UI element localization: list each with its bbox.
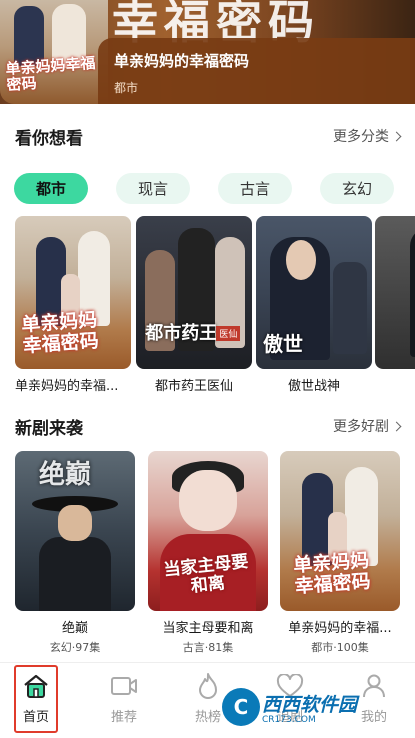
section-header-new: 新剧来袭 更多好剧 [15,414,402,439]
nav-label: 热榜 [194,710,221,725]
chip-guyan[interactable]: 古言 [218,173,292,204]
drama-row-new: 绝巅 绝巅 玄幻·97集 当家主母要和离 当家主母要和离 古言·81集 单亲妈妈… [15,451,415,661]
drama-card[interactable]: 绝巅 绝巅 玄幻·97集 [15,451,135,655]
hero-poster[interactable]: 单亲妈妈幸福密码 [0,0,108,104]
nav-label: 首页 [22,710,49,725]
hero-title: 单亲妈妈的幸福密码 [114,52,250,70]
drama-card[interactable]: 傲世 傲世战神 [256,216,372,394]
drama-poster[interactable]: 当家主母要和离 [148,451,268,611]
nav-label: 我的 [360,710,387,725]
drama-title: 当家主母要和离 [162,621,254,636]
section-title: 新剧来袭 [15,418,83,439]
nav-recommend[interactable]: 推荐 [94,671,154,735]
drama-poster[interactable]: 单亲妈妈幸福密码 [15,216,131,369]
flame-icon [193,671,223,701]
hero-banner[interactable]: 幸福密码 单亲妈妈幸福密码 单亲妈妈的幸福密码 都市 [0,0,415,104]
nav-home[interactable]: 首页 [6,671,66,735]
more-categories-link[interactable]: 更多分类 [333,126,402,146]
drama-title: 单亲妈妈的幸福... [15,379,119,394]
poster-title-art: 单亲妈妈幸福密码 [20,308,100,357]
poster-title-art: 绝巅 [39,460,92,491]
drama-meta: 玄幻·97集 [49,641,101,654]
drama-poster[interactable]: 绝巅 [15,451,135,611]
hero-info[interactable]: 单亲妈妈的幸福密码 都市 [98,38,415,104]
hero-poster-logo: 单亲妈妈幸福密码 [4,53,96,95]
hero-genre: 都市 [114,81,139,95]
genre-chips: 都市 现言 古言 玄幻 [14,173,394,205]
poster-title-art: 单亲妈妈幸福密码 [292,549,372,598]
drama-title: 单亲妈妈的幸福... [288,621,392,636]
chevron-right-icon [391,421,402,431]
more-dramas-link[interactable]: 更多好剧 [333,416,402,436]
drama-meta: 都市·100集 [311,641,369,654]
app-page: 幸福密码 单亲妈妈幸福密码 单亲妈妈的幸福密码 都市 看你想看 更多分类 都市 … [0,0,415,738]
drama-card[interactable]: 都市药王 医仙 都市药王医仙 [136,216,252,394]
drama-meta: 古言·81集 [182,641,234,654]
nav-label: 推荐 [110,710,137,725]
person-icon [359,671,389,701]
drama-card[interactable]: 单亲妈妈幸福密码 单亲妈妈的幸福... [15,216,131,394]
drama-title: 绝巅 [61,621,88,636]
chevron-right-icon [391,131,402,141]
drama-title: 傲世战神 [287,379,340,394]
drama-poster[interactable] [375,216,415,369]
chip-dushi[interactable]: 都市 [14,173,88,204]
drama-row-recommend: 单亲妈妈幸福密码 单亲妈妈的幸福... 都市药王 医仙 都市药王医仙 傲世 傲世… [15,216,415,396]
chip-xianyan[interactable]: 现言 [116,173,190,204]
poster-title-art: 都市药王 [145,322,218,344]
drama-card[interactable] [375,216,415,375]
section-header-recommend: 看你想看 更多分类 [15,124,402,149]
watermark-text: 西西软件园 [262,693,358,716]
more-dramas-label: 更多好剧 [333,419,389,435]
drama-title: 都市药王医仙 [154,379,233,394]
drama-poster[interactable]: 单亲妈妈幸福密码 [280,451,400,611]
poster-tag: 医仙 [216,326,241,342]
drama-card[interactable]: 单亲妈妈幸福密码 单亲妈妈的幸福... 都市·100集 [280,451,400,655]
home-icon [21,671,51,701]
drama-card[interactable]: 当家主母要和离 当家主母要和离 古言·81集 [148,451,268,655]
poster-title-art: 傲世 [262,331,303,356]
video-icon [109,671,139,701]
watermark-logo: C 西西软件园 CR173.COM [222,687,357,727]
chip-xuanhuan[interactable]: 玄幻 [320,173,394,204]
watermark-badge: C [222,688,260,726]
drama-poster[interactable]: 都市药王 医仙 [136,216,252,369]
section-title: 看你想看 [15,128,83,149]
more-categories-label: 更多分类 [333,129,389,145]
watermark-url: CR173.COM [262,714,316,725]
drama-poster[interactable]: 傲世 [256,216,372,369]
